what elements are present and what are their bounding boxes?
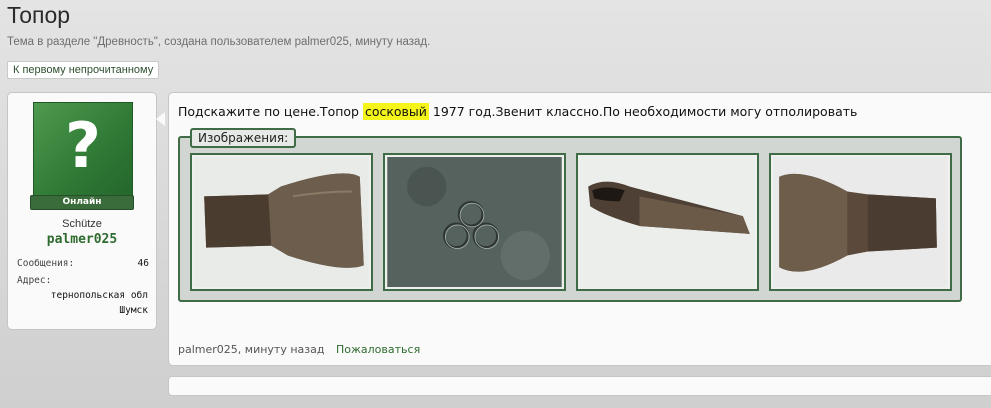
message-pointer-arrow — [156, 112, 165, 126]
axe-top-image — [580, 157, 755, 287]
axe-reverse-side-image — [773, 157, 948, 287]
post-author-time[interactable]: palmer025, минуту назад — [178, 343, 324, 356]
report-link[interactable]: Пожаловаться — [336, 343, 420, 356]
post-body: Подскажите по цене.Топор сосковый 1977 г… — [178, 103, 858, 120]
messages-value: 46 — [137, 258, 149, 269]
first-unread-button[interactable]: К первому непрочитанному — [7, 61, 160, 79]
address-stat: Адрес: — [17, 275, 149, 286]
attachment-thumbnail-1[interactable] — [190, 153, 373, 291]
address-value-line1: тернопольская обл — [50, 290, 148, 301]
stamp-mark-image — [387, 157, 562, 287]
attachment-thumbnail-2[interactable] — [383, 153, 566, 291]
messages-stat: Сообщения: 46 — [17, 258, 149, 269]
quick-reply-bar[interactable] — [168, 376, 991, 396]
highlighted-word: сосковый — [362, 103, 429, 120]
attachments-box: Изображения: — [178, 128, 962, 302]
axe-side-image — [194, 157, 369, 287]
post-message: Подскажите по цене.Топор сосковый 1977 г… — [168, 92, 991, 366]
page-title: Топор — [7, 2, 71, 28]
thread-subtitle: Тема в разделе "Древность", создана поль… — [7, 36, 431, 48]
address-value-line2: Шумск — [119, 305, 148, 316]
avatar[interactable]: ? — [33, 102, 133, 208]
post-text-end: 1977 год.Звенит классно.По необходимости… — [428, 104, 858, 119]
user-rank: Schütze — [62, 218, 102, 230]
attachments-label: Изображения: — [190, 128, 297, 148]
username-link[interactable]: palmer025 — [8, 232, 156, 247]
address-label: Адрес: — [17, 275, 52, 286]
attachment-thumbnail-3[interactable] — [576, 153, 759, 291]
question-mark-icon: ? — [65, 109, 101, 182]
attachment-thumbnail-4[interactable] — [769, 153, 952, 291]
messages-label: Сообщения: — [17, 258, 75, 269]
post-text-start: Подскажите по цене.Топор — [178, 104, 363, 119]
user-info-panel: ? Онлайн Schütze palmer025 Сообщения: 46… — [7, 92, 157, 330]
online-status-badge: Онлайн — [30, 195, 134, 210]
